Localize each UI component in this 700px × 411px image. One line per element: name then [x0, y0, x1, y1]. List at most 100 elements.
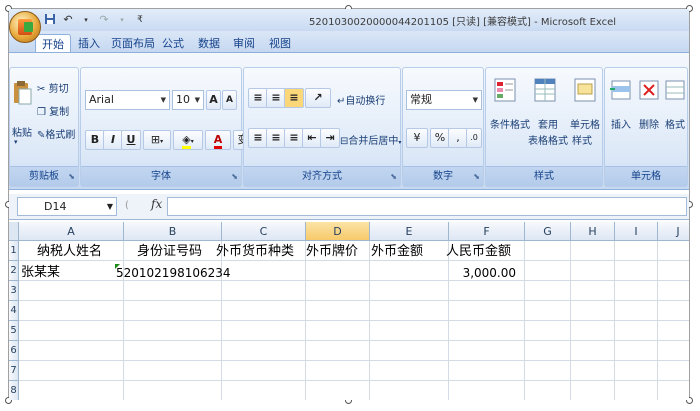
merge-center-button[interactable]: ⊟合并后居中▾ — [340, 132, 401, 147]
tab-review[interactable]: 审阅 — [233, 34, 255, 53]
cell-a1[interactable]: 纳税人姓名 — [37, 242, 102, 262]
format-button[interactable]: 格式 — [665, 116, 685, 131]
delete-cells-icon[interactable] — [637, 78, 663, 106]
select-all-corner[interactable] — [9, 222, 19, 241]
number-format-combo[interactable]: 常规 ▼ — [406, 90, 482, 110]
align-left-icon[interactable]: ≡ — [248, 128, 268, 148]
shrink-font-button[interactable]: A — [222, 90, 237, 110]
font-color-label: A — [213, 133, 223, 149]
dialog-launcher-icon[interactable]: ⬊ — [68, 172, 75, 181]
bold-button[interactable]: B — [85, 130, 105, 150]
column-header-e[interactable]: E — [370, 222, 449, 241]
chevron-down-icon[interactable]: ▾ — [14, 138, 18, 146]
currency-icon[interactable]: ¥ — [406, 128, 428, 148]
name-box[interactable]: D14 ▼ — [17, 197, 117, 216]
insert-cells-icon[interactable] — [609, 78, 635, 106]
cell-d1[interactable]: 外币牌价 — [306, 242, 358, 262]
fill-color-button[interactable]: ◈▾ — [173, 130, 203, 150]
conditional-format-icon[interactable] — [494, 78, 520, 106]
column-header-g[interactable]: G — [525, 222, 571, 241]
increase-decimal-icon[interactable]: .0 — [466, 128, 482, 148]
dialog-launcher-icon[interactable]: ⬊ — [231, 172, 238, 181]
column-header-d[interactable]: D — [306, 222, 370, 241]
format-painter-button[interactable]: ✎格式刷 — [37, 126, 75, 141]
percent-button[interactable]: % — [430, 128, 450, 148]
copy-button[interactable]: ❐ 复制 — [37, 103, 69, 118]
align-right-icon[interactable]: ≡ — [284, 128, 304, 148]
border-button[interactable]: ⊞▾ — [143, 130, 171, 150]
column-header-j[interactable]: J — [658, 222, 689, 241]
dialog-launcher-icon[interactable]: ⬊ — [390, 172, 397, 181]
column-header-a[interactable]: A — [19, 222, 124, 241]
cell-style-label-1[interactable]: 单元格 — [570, 116, 600, 131]
office-button[interactable] — [9, 11, 41, 43]
customize-qat-icon[interactable]: ₹ — [133, 13, 147, 27]
cell-style-button[interactable]: 样式 — [572, 132, 592, 147]
row-header-6[interactable]: 6 — [9, 341, 19, 361]
row-header-7[interactable]: 7 — [9, 361, 19, 381]
decrease-indent-icon[interactable]: ⇤ — [302, 128, 322, 148]
tab-home[interactable]: 开始 — [35, 34, 71, 53]
column-header-f[interactable]: F — [449, 222, 525, 241]
cell-a2[interactable]: 张某某 — [21, 263, 60, 283]
cell-f2[interactable]: 3,000.00 — [449, 263, 516, 283]
italic-button[interactable]: I — [103, 130, 123, 150]
column-header-h[interactable]: H — [571, 222, 615, 241]
align-bottom-icon[interactable]: ≡ — [284, 88, 304, 108]
grow-font-button[interactable]: A — [206, 90, 221, 110]
cell-e1[interactable]: 外币金额 — [371, 242, 423, 262]
align-top-icon[interactable]: ≡ — [248, 88, 268, 108]
row-header-1[interactable]: 1 — [9, 241, 19, 261]
insert-function-button[interactable]: fx — [151, 197, 162, 211]
table-format-label-1[interactable]: 套用 — [538, 116, 558, 131]
cut-button[interactable]: ✂ 剪切 — [37, 80, 69, 95]
tab-data[interactable]: 数据 — [198, 34, 220, 53]
orientation-icon[interactable]: ↗ — [305, 88, 331, 108]
wrap-text-button[interactable]: ↵自动换行 — [337, 92, 385, 107]
tab-insert[interactable]: 插入 — [78, 34, 100, 53]
row-header-2[interactable]: 2 — [9, 261, 19, 281]
font-name-combo[interactable]: Arial ▼ — [85, 90, 170, 110]
styles-group-label: 样式 — [486, 166, 602, 186]
paste-icon[interactable] — [12, 80, 38, 108]
redo-icon[interactable]: ↷ — [97, 13, 111, 27]
align-middle-icon[interactable]: ≡ — [266, 88, 286, 108]
align-center-icon[interactable]: ≡ — [266, 128, 286, 148]
cell-b2[interactable]: 520102198106234 — [116, 263, 231, 283]
table-format-icon[interactable] — [534, 78, 560, 106]
row-header-4[interactable]: 4 — [9, 301, 19, 321]
tab-formulas[interactable]: 公式 — [162, 34, 184, 53]
font-color-button[interactable]: A — [205, 130, 231, 150]
paste-button[interactable]: 粘贴 — [12, 124, 32, 139]
underline-button[interactable]: U — [121, 130, 141, 150]
column-header-c[interactable]: C — [222, 222, 306, 241]
cell-f1[interactable]: 人民币金额 — [446, 242, 511, 262]
increase-indent-icon[interactable]: ⇥ — [320, 128, 340, 148]
formula-input[interactable] — [167, 197, 687, 216]
comma-button[interactable]: , — [448, 128, 468, 148]
row-header-8[interactable]: 8 — [9, 381, 19, 400]
insert-button[interactable]: 插入 — [611, 116, 631, 131]
cell-style-icon[interactable] — [574, 78, 600, 106]
save-icon[interactable] — [43, 13, 57, 27]
column-header-b[interactable]: B — [124, 222, 222, 241]
tab-page-layout[interactable]: 页面布局 — [111, 34, 155, 53]
chevron-down-icon[interactable]: ▾ — [79, 13, 93, 27]
format-cells-icon[interactable] — [663, 78, 689, 106]
row-header-5[interactable]: 5 — [9, 321, 19, 341]
grid-line — [19, 320, 689, 321]
cell-c1[interactable]: 外币货币种类 — [216, 242, 294, 262]
tab-view[interactable]: 视图 — [269, 34, 291, 53]
delete-button[interactable]: 删除 — [639, 116, 659, 131]
conditional-format-button[interactable]: 条件格式 — [490, 116, 530, 131]
spreadsheet-grid[interactable]: ABCDEFGHIJ 12345678 纳税人姓名 身份证号码 外币货币种类 外… — [9, 222, 689, 400]
column-header-i[interactable]: I — [615, 222, 658, 241]
table-format-button[interactable]: 表格格式 — [528, 132, 568, 147]
ribbon-tabs: 开始 插入 页面布局 公式 数据 审阅 视图 — [9, 31, 689, 53]
undo-icon[interactable]: ↶ — [61, 13, 75, 27]
row-header-3[interactable]: 3 — [9, 281, 19, 301]
font-size-combo[interactable]: 10 ▼ — [172, 90, 204, 110]
chevron-down-icon[interactable]: ▾ — [115, 13, 129, 27]
dialog-launcher-icon[interactable]: ⬊ — [473, 172, 480, 181]
cell-b1[interactable]: 身份证号码 — [137, 242, 202, 262]
